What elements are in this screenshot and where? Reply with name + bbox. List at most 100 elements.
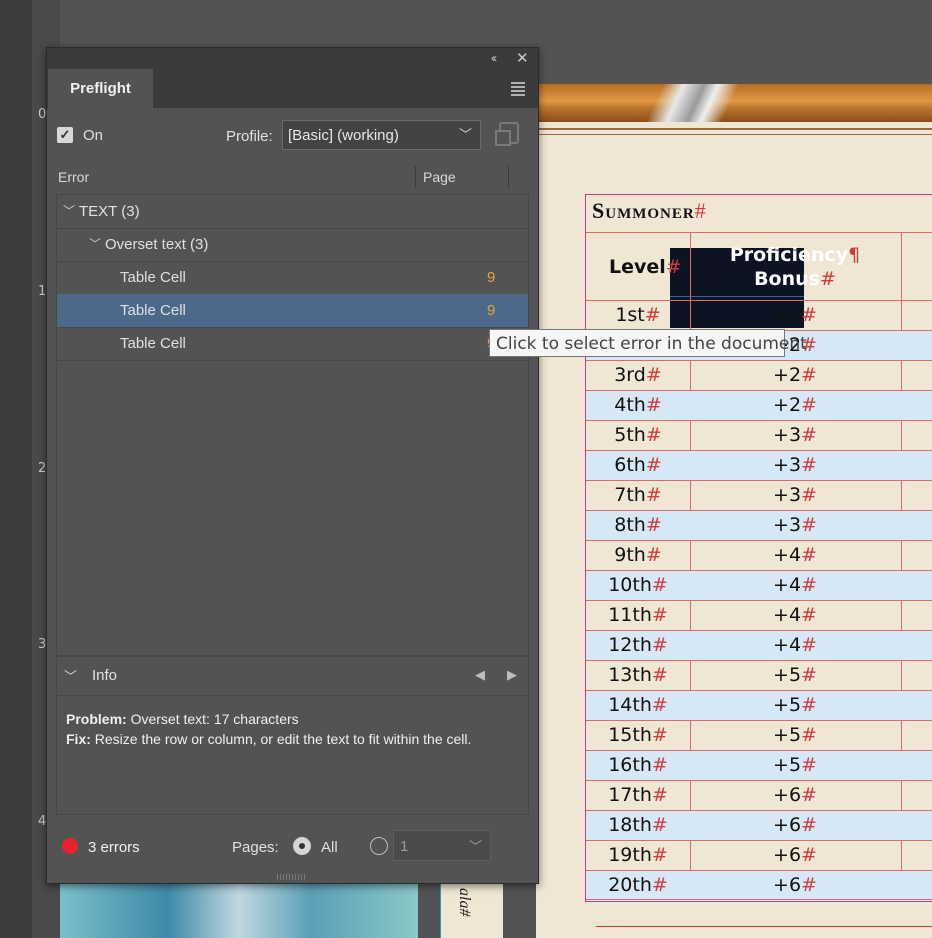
- column-divider[interactable]: [415, 166, 416, 188]
- bonus-cell[interactable]: +6#: [690, 814, 900, 836]
- previous-icon[interactable]: ◀: [475, 667, 485, 683]
- bonus-cell[interactable]: +3#: [690, 514, 900, 536]
- tree-row-table-cell[interactable]: Table Cell 9: [57, 261, 528, 295]
- tree-row-overset[interactable]: ﹀ Overset text (3): [57, 228, 528, 262]
- bonus-cell[interactable]: +6#: [690, 784, 900, 806]
- table-row[interactable]: 14th# +5#: [586, 690, 932, 721]
- table-row[interactable]: 6th# +3#: [586, 450, 932, 481]
- level-cell[interactable]: 10th#: [586, 574, 690, 596]
- table-row[interactable]: 11th# +4#: [586, 600, 932, 631]
- table-title[interactable]: Summoner#: [592, 198, 707, 224]
- error-status-icon[interactable]: [62, 838, 78, 854]
- level-cell[interactable]: 11th#: [586, 604, 690, 626]
- vertical-text-frame[interactable]: ala#: [440, 884, 503, 938]
- error-list[interactable]: ﹀ TEXT (3) ﹀ Overset text (3) Table Cell…: [56, 194, 529, 656]
- header-level[interactable]: Level#: [609, 256, 682, 278]
- table-row[interactable]: 5th# +3#: [586, 420, 932, 451]
- tree-row-table-cell[interactable]: Table Cell 9: [57, 327, 528, 361]
- chevron-down-icon[interactable]: ﹀: [63, 195, 75, 228]
- level-cell[interactable]: 7th#: [586, 484, 690, 506]
- bonus-cell[interactable]: +5#: [690, 664, 900, 686]
- close-icon[interactable]: ✕: [516, 49, 529, 67]
- column-divider[interactable]: [508, 166, 509, 188]
- level-cell[interactable]: 15th#: [586, 724, 690, 746]
- bonus-cell[interactable]: +5#: [690, 754, 900, 776]
- artwork-image[interactable]: [60, 884, 418, 938]
- level-cell[interactable]: 14th#: [586, 694, 690, 716]
- bonus-cell[interactable]: +6#: [690, 844, 900, 866]
- bonus-cell[interactable]: +2#: [690, 304, 900, 326]
- table-row[interactable]: 17th# +6#: [586, 780, 932, 811]
- bonus-text: +4: [773, 634, 802, 656]
- level-cell[interactable]: 18th#: [586, 814, 690, 836]
- bonus-text: +3: [773, 424, 802, 446]
- hash-mark: #: [801, 484, 817, 506]
- bonus-cell[interactable]: +3#: [690, 424, 900, 446]
- column-header-page[interactable]: Page: [423, 169, 456, 185]
- level-cell[interactable]: 8th#: [586, 514, 690, 536]
- level-cell[interactable]: 6th#: [586, 454, 690, 476]
- header-proficiency-bonus[interactable]: Proficiency¶ Bonus#: [690, 243, 900, 291]
- table-row[interactable]: 18th# +6#: [586, 810, 932, 841]
- level-cell[interactable]: 1st#: [586, 304, 690, 326]
- level-cell[interactable]: 16th#: [586, 754, 690, 776]
- table-row[interactable]: 19th# +6#: [586, 840, 932, 871]
- bonus-cell[interactable]: +4#: [690, 544, 900, 566]
- collapse-icon[interactable]: ‹‹: [491, 51, 497, 65]
- level-cell[interactable]: 20th#: [586, 874, 690, 896]
- bonus-cell[interactable]: +3#: [690, 454, 900, 476]
- table-row[interactable]: 7th# +3#: [586, 480, 932, 511]
- define-profiles-icon[interactable]: [495, 122, 519, 146]
- level-cell[interactable]: 9th#: [586, 544, 690, 566]
- level-cell[interactable]: 19th#: [586, 844, 690, 866]
- table-row[interactable]: 4th# +2#: [586, 390, 932, 421]
- bonus-cell[interactable]: +4#: [690, 604, 900, 626]
- table-row[interactable]: 16th# +5#: [586, 750, 932, 781]
- tree-row-text[interactable]: ﹀ TEXT (3): [57, 195, 528, 229]
- bonus-cell[interactable]: +5#: [690, 694, 900, 716]
- panel-titlebar[interactable]: ‹‹ ✕: [47, 48, 538, 68]
- table-row[interactable]: 9th# +4#: [586, 540, 932, 571]
- bonus-cell[interactable]: +6#: [690, 874, 900, 896]
- bonus-cell[interactable]: +2#: [690, 394, 900, 416]
- chevron-down-icon[interactable]: ﹀: [64, 666, 77, 685]
- level-cell[interactable]: 13th#: [586, 664, 690, 686]
- preflight-panel[interactable]: ‹‹ ✕ Preflight ✓ On Profile: [Basic] (wo…: [46, 47, 539, 884]
- pages-range-input[interactable]: 1 ﹀: [393, 830, 491, 861]
- table-row[interactable]: 12th# +4#: [586, 630, 932, 661]
- level-cell[interactable]: 5th#: [586, 424, 690, 446]
- level-cell[interactable]: 3rd#: [586, 364, 690, 386]
- vertical-ruler[interactable]: [0, 0, 33, 938]
- level-cell[interactable]: 17th#: [586, 784, 690, 806]
- bonus-cell[interactable]: +3#: [690, 484, 900, 506]
- chevron-down-icon[interactable]: ﹀: [89, 228, 101, 261]
- bonus-cell[interactable]: +4#: [690, 634, 900, 656]
- table-row[interactable]: 13th# +5#: [586, 660, 932, 691]
- table-row[interactable]: 8th# +3#: [586, 510, 932, 541]
- profile-dropdown[interactable]: [Basic] (working) ﹀: [282, 120, 481, 150]
- on-checkbox[interactable]: ✓: [57, 127, 73, 143]
- level-cell[interactable]: 12th#: [586, 634, 690, 656]
- table-row[interactable]: 20th# +6#: [586, 870, 932, 901]
- bonus-text: +3: [773, 454, 802, 476]
- pages-range-radio[interactable]: [370, 837, 388, 855]
- bonus-cell[interactable]: +5#: [690, 724, 900, 746]
- page-link[interactable]: 9: [487, 294, 495, 327]
- page-link[interactable]: 9: [487, 261, 495, 294]
- next-icon[interactable]: ▶: [507, 667, 517, 683]
- table-row[interactable]: 3rd# +2#: [586, 360, 932, 391]
- hash-mark: #: [801, 364, 817, 386]
- level-cell[interactable]: 4th#: [586, 394, 690, 416]
- info-header[interactable]: [56, 656, 529, 695]
- table-row[interactable]: 15th# +5#: [586, 720, 932, 751]
- panel-menu-icon[interactable]: [511, 82, 525, 98]
- resize-grip[interactable]: [277, 874, 307, 880]
- tab-preflight[interactable]: Preflight: [48, 69, 153, 108]
- pages-all-radio[interactable]: [293, 837, 311, 855]
- table-row[interactable]: 10th# +4#: [586, 570, 932, 601]
- table-row[interactable]: 1st# +2#: [586, 300, 932, 331]
- bonus-cell[interactable]: +2#: [690, 364, 900, 386]
- column-header-error[interactable]: Error: [58, 169, 89, 185]
- tree-row-table-cell-selected[interactable]: Table Cell 9: [57, 294, 528, 328]
- bonus-cell[interactable]: +4#: [690, 574, 900, 596]
